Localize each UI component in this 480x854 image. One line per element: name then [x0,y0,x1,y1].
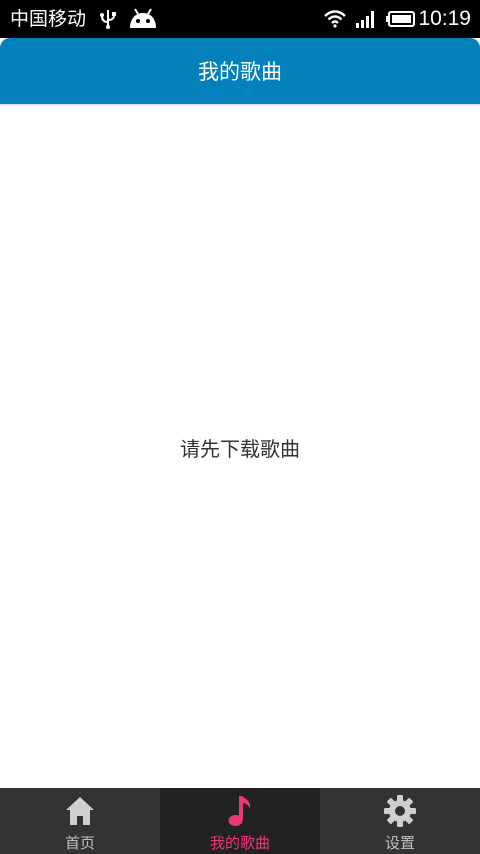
tab-settings[interactable]: 设置 [320,788,480,854]
status-bar: 中国移动 10:19 [0,0,480,38]
empty-state-message: 请先下载歌曲 [180,436,300,461]
main-content: 请先下载歌曲 [0,106,480,788]
clock: 10:19 [418,7,471,30]
carrier-name: 中国移动 [10,8,87,30]
tab-settings-label: 设置 [384,834,415,852]
battery-icon [386,11,415,27]
wifi-icon [324,10,346,28]
title-bar: 我的歌曲 [0,38,480,104]
usb-icon [100,10,116,29]
page-title: 我的歌曲 [198,60,282,84]
tab-home[interactable]: 首页 [0,788,160,854]
tab-home-label: 首页 [64,834,95,852]
android-icon [130,8,156,28]
bottom-nav: 首页 我的歌曲 设置 [0,788,480,854]
tab-my-songs[interactable]: 我的歌曲 [160,788,320,854]
home-icon [66,797,94,825]
signal-icon [356,11,374,28]
music-note-icon [228,796,251,826]
tab-my-songs-label: 我的歌曲 [209,834,270,852]
gear-icon [384,795,416,827]
